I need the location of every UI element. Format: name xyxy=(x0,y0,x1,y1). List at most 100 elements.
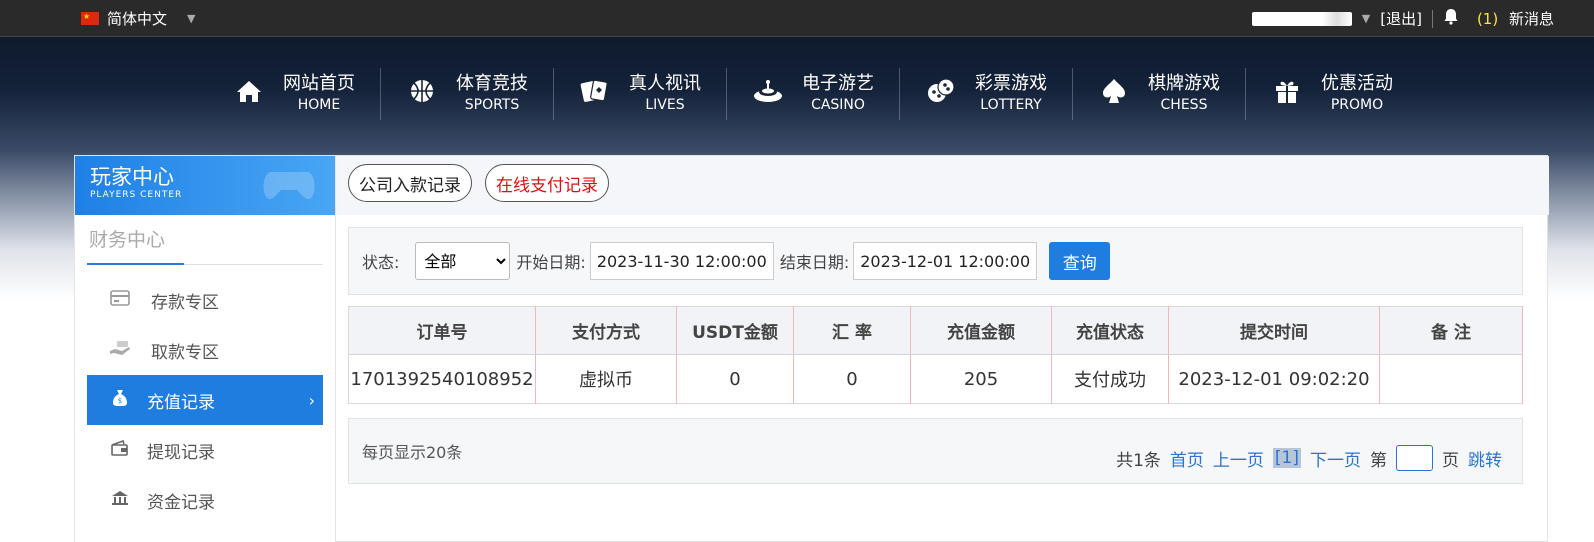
gamepad-icon xyxy=(261,162,317,214)
table-header-row: 订单号 支付方式 USDT金额 汇 率 充值金额 充值状态 提交时间 备 注 xyxy=(348,306,1523,355)
cell-order-no: 1701392540108952 xyxy=(348,354,536,404)
col-remark: 备 注 xyxy=(1379,306,1523,355)
tab-company-deposit-records[interactable]: 公司入款记录 xyxy=(348,164,472,202)
nav-sports[interactable]: 体育竞技 SPORTS xyxy=(380,68,553,120)
bell-icon[interactable] xyxy=(1443,8,1459,29)
query-button[interactable]: 查询 xyxy=(1049,242,1111,280)
cell-exchange-rate: 0 xyxy=(793,354,911,404)
spade-icon xyxy=(1098,78,1130,110)
nav-lottery[interactable]: 彩票游戏 LOTTERY xyxy=(899,68,1072,120)
sidebar-item-label: 取款专区 xyxy=(151,342,219,363)
sidebar-item-withdraw[interactable]: 取款专区 xyxy=(87,325,323,375)
language-selector[interactable]: 简体中文 ▼ xyxy=(81,8,195,29)
content-area: 公司入款记录 在线支付记录 状态: 全部 开始日期: 结束日期: 查询 订单号 … xyxy=(336,156,1549,542)
china-flag-icon xyxy=(81,12,99,25)
wallet-icon xyxy=(109,439,131,460)
nav-home[interactable]: 网站首页 HOME xyxy=(208,68,380,120)
start-date-input[interactable] xyxy=(589,242,774,280)
finance-section-label: 财务中心 xyxy=(89,229,166,251)
player-center-panel: 玩家中心 PLAYERS CENTER 财务中心 存款专区 取款专区 $ 充值记… xyxy=(74,155,1549,542)
logout-link[interactable]: [退出] xyxy=(1380,8,1422,29)
user-menu-chevron-icon[interactable]: ▼ xyxy=(1362,12,1370,25)
chevron-right-icon: › xyxy=(308,390,315,410)
prev-page-link[interactable]: 上一页 xyxy=(1213,446,1264,471)
col-exchange-rate: 汇 率 xyxy=(793,306,911,355)
hand-money-icon xyxy=(109,340,131,360)
top-bar: 简体中文 ▼ ▼ [退出] (1) 新消息 xyxy=(0,0,1594,37)
col-recharge-status: 充值状态 xyxy=(1051,306,1169,355)
jump-link[interactable]: 跳转 xyxy=(1468,446,1502,471)
username-redacted xyxy=(1251,11,1352,26)
cell-usdt-amount: 0 xyxy=(676,354,794,404)
svg-text:$: $ xyxy=(118,397,122,405)
page-suffix: 页 xyxy=(1442,450,1459,471)
messages-count: (1) xyxy=(1476,10,1499,28)
status-select[interactable]: 全部 xyxy=(415,242,511,280)
sidebar-item-label: 资金记录 xyxy=(147,492,215,513)
finance-section-header: 财务中心 xyxy=(87,227,323,265)
card-icon xyxy=(109,290,131,310)
bank-icon xyxy=(109,490,131,510)
nav-casino[interactable]: 电子游艺 CASINO xyxy=(726,68,899,120)
nav-home-label: 网站首页 xyxy=(283,73,355,94)
sidebar-item-recharge-records[interactable]: $ 充值记录 › xyxy=(87,375,323,425)
messages-label: 新消息 xyxy=(1508,10,1554,28)
start-date-label: 开始日期: xyxy=(516,253,586,272)
per-page-text: 每页显示20条 xyxy=(362,443,463,462)
filter-bar: 状态: 全部 开始日期: 结束日期: 查询 xyxy=(348,227,1523,295)
status-label: 状态: xyxy=(362,253,400,272)
current-page[interactable]: [1] xyxy=(1272,448,1301,468)
user-area: ▼ [退出] (1) 新消息 xyxy=(1251,8,1554,29)
nav-chess-en: CHESS xyxy=(1160,97,1208,113)
nav-home-en: HOME xyxy=(297,97,341,113)
cell-recharge-status: 支付成功 xyxy=(1051,354,1169,404)
nav-lives[interactable]: 真人视讯 LIVES xyxy=(553,68,726,120)
next-page-link[interactable]: 下一页 xyxy=(1310,446,1361,471)
sidebar-item-label: 充值记录 xyxy=(147,392,215,413)
sidebar-menu: 存款专区 取款专区 $ 充值记录 › 提现记录 资金记录 xyxy=(75,275,335,525)
total-count: 共1条 xyxy=(1116,450,1161,471)
sidebar-item-label: 提现记录 xyxy=(147,442,215,463)
nav-lives-en: LIVES xyxy=(645,97,685,113)
nav-lottery-en: LOTTERY xyxy=(980,97,1042,113)
nav-promo[interactable]: 优惠活动 PROMO xyxy=(1245,68,1418,120)
nav-sports-en: SPORTS xyxy=(464,97,520,113)
cell-payment-method: 虚拟币 xyxy=(535,354,677,404)
end-date-input[interactable] xyxy=(853,242,1038,280)
divider xyxy=(1431,9,1433,28)
sidebar-item-deposit[interactable]: 存款专区 xyxy=(87,275,323,325)
sidebar-item-label: 存款专区 xyxy=(151,292,219,313)
sidebar-item-withdraw-records[interactable]: 提现记录 xyxy=(87,425,323,475)
col-usdt-amount: USDT金额 xyxy=(676,306,794,355)
end-date-label: 结束日期: xyxy=(779,253,850,272)
col-payment-method: 支付方式 xyxy=(535,306,677,355)
main-nav: 网站首页 HOME 体育竞技 SPORTS 真人视讯 LIVES 电子游艺 CASINO… xyxy=(208,68,1418,120)
messages-link[interactable]: (1) 新消息 xyxy=(1477,8,1554,29)
gift-icon xyxy=(1271,78,1303,110)
basketball-icon xyxy=(406,79,438,109)
cards-icon xyxy=(579,78,611,110)
nav-casino-en: CASINO xyxy=(811,97,865,113)
col-submit-time: 提交时间 xyxy=(1168,306,1380,355)
sidebar-item-fund-records[interactable]: 资金记录 xyxy=(87,475,323,525)
nav-chess[interactable]: 棋牌游戏 CHESS xyxy=(1072,68,1245,120)
dice-icon xyxy=(925,78,957,110)
cell-remark xyxy=(1379,354,1523,404)
col-recharge-amount: 充值金额 xyxy=(910,306,1052,355)
home-icon xyxy=(233,79,265,109)
sidebar: 玩家中心 PLAYERS CENTER 财务中心 存款专区 取款专区 $ 充值记… xyxy=(75,156,336,542)
cell-submit-time: 2023-12-01 09:02:20 xyxy=(1168,354,1380,404)
chevron-down-icon: ▼ xyxy=(187,12,196,25)
first-page-link[interactable]: 首页 xyxy=(1170,446,1204,471)
tab-online-payment-records[interactable]: 在线支付记录 xyxy=(485,164,609,202)
nav-promo-label: 优惠活动 xyxy=(1321,73,1393,94)
nav-promo-en: PROMO xyxy=(1330,97,1384,113)
roulette-icon xyxy=(752,79,784,109)
cell-recharge-amount: 205 xyxy=(910,354,1052,404)
money-bag-icon: $ xyxy=(109,389,131,411)
nav-lives-label: 真人视讯 xyxy=(629,73,701,94)
sidebar-header: 玩家中心 PLAYERS CENTER xyxy=(75,156,335,215)
col-order-no: 订单号 xyxy=(348,306,536,355)
pagination-bar: 每页显示20条 共1条 首页 上一页 [1] 下一页 第 页 跳转 xyxy=(348,418,1523,484)
page-number-input[interactable] xyxy=(1396,445,1433,471)
